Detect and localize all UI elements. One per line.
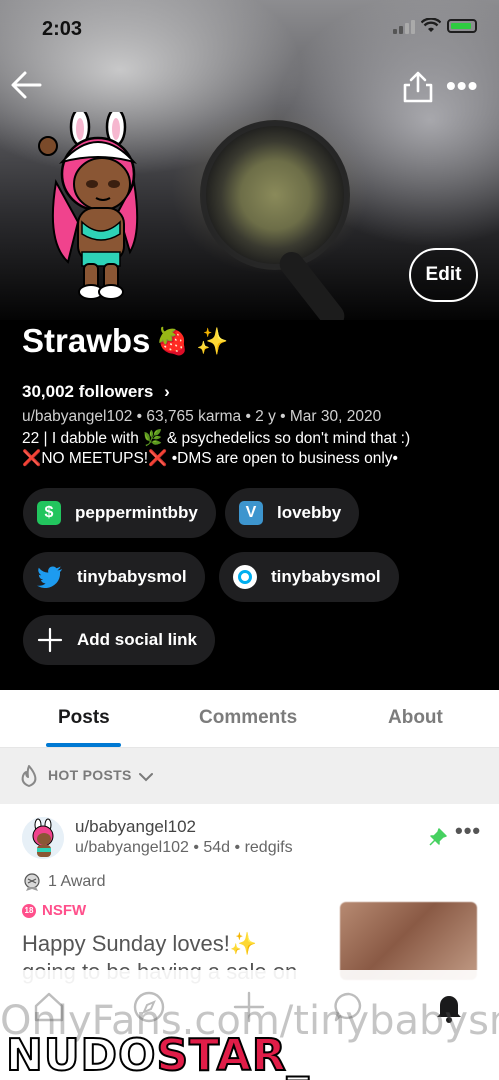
add-social-link-button[interactable]: Add social link [23,615,215,665]
post-author[interactable]: u/babyangel102 [75,817,196,837]
cross-mark-icon: ❌ [148,450,168,467]
dollar-icon: $ [37,501,61,525]
followers-link[interactable]: 30,002 followers › [22,382,170,402]
social-link-label: lovebby [277,503,342,522]
post-author-avatar[interactable] [22,817,64,859]
followers-count: 30,002 followers [22,382,154,401]
tab-comments[interactable]: Comments [199,707,297,729]
display-name-text: Strawbs [22,322,151,359]
social-link-venmo[interactable]: V lovebby [225,488,360,538]
nsfw-label: NSFW [42,902,87,919]
sort-label: HOT POSTS [48,767,132,783]
watermark-logo: NUDOSTAR_ [5,1029,310,1080]
social-link-twitter[interactable]: tinybabysmol [23,552,205,602]
display-name-emoji: 🍓 ✨ [156,325,229,356]
signal-icon [393,18,415,34]
post-more-icon[interactable]: ••• [455,820,481,842]
chevron-right-icon: › [164,382,170,401]
status-icons [393,18,477,34]
bio-dms: •DMS are open to business only• [167,450,398,467]
battery-icon [447,19,477,33]
wifi-icon [421,18,441,32]
nsfw-tag: 18 NSFW [22,902,86,919]
profile-avatar[interactable] [38,112,148,302]
flame-icon [21,765,37,787]
share-icon[interactable] [402,70,434,104]
cross-mark-icon: ❌ [22,450,42,467]
tab-about[interactable]: About [388,707,443,729]
pin-icon [429,828,447,846]
post-thumbnail[interactable] [340,902,477,980]
back-arrow-icon[interactable] [10,68,44,102]
post-awards[interactable]: 1 Award [22,872,106,892]
social-link-cashapp[interactable]: $ peppermintbby [23,488,216,538]
onlyfans-icon [233,565,257,589]
post-title-line: Happy Sunday loves!✨ [22,931,258,956]
profile-display-name: Strawbs 🍓 ✨ [22,322,228,360]
tab-posts[interactable]: Posts [58,707,110,729]
venmo-icon: V [239,501,263,525]
twitter-icon [37,566,62,588]
plus-icon [37,627,63,653]
social-link-label: tinybabysmol [77,567,187,586]
bio-no-meetups: NO MEETUPS! [41,450,149,467]
watermark-logo-part: _ [286,1029,310,1080]
nsfw-badge-icon: 18 [22,903,36,918]
social-link-label: peppermintbby [75,503,198,522]
social-link-label: tinybabysmol [271,567,381,586]
social-link-label: Add social link [77,630,197,649]
post-meta: u/babyangel102 • 54d • redgifs [75,839,293,856]
chevron-down-icon [139,773,153,782]
banner-image-bowl [200,120,350,270]
edit-profile-button[interactable]: Edit [409,248,478,302]
watermark-logo-part: STAR [155,1029,287,1080]
award-icon [24,873,40,891]
status-time: 2:03 [42,18,83,40]
more-options-icon[interactable]: ••• [446,72,478,100]
sort-bar[interactable]: HOT POSTS [0,748,499,804]
bio-line-2: ❌NO MEETUPS!❌ •DMS are open to business … [22,449,398,468]
active-tab-indicator [46,743,121,747]
award-count: 1 Award [48,873,106,890]
watermark-logo-part: NUDO [5,1029,157,1080]
profile-meta: u/babyangel102 • 63,765 karma • 2 y • Ma… [22,408,382,425]
bio-line-1: 22 | I dabble with 🌿 & psychedelics so d… [22,430,411,447]
profile-tabs: Posts Comments About [0,690,499,748]
social-link-onlyfans[interactable]: tinybabysmol [219,552,399,602]
